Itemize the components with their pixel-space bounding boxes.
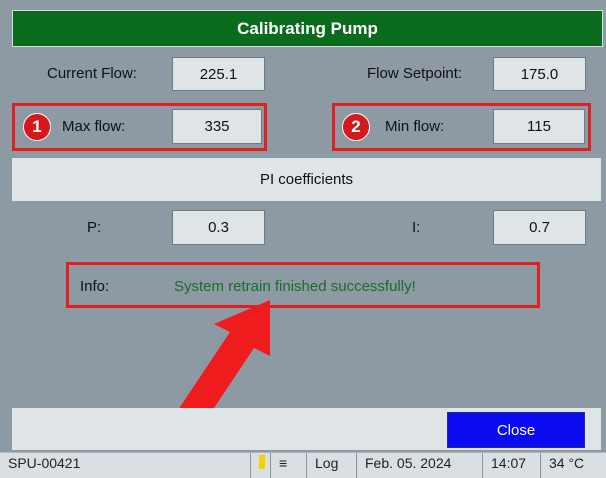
max-flow-field[interactable]: 335 (172, 109, 262, 144)
info-label: Info: (80, 278, 110, 295)
log-button[interactable]: Log (306, 453, 356, 478)
dialog-title: Calibrating Pump (12, 10, 603, 47)
pi-coefficients-header: PI coefficients (12, 158, 601, 201)
flow-setpoint-field[interactable]: 175.0 (493, 57, 586, 91)
step-2-badge: 2 (342, 113, 370, 141)
i-coefficient-field[interactable]: 0.7 (493, 210, 586, 245)
flow-setpoint-label: Flow Setpoint: (367, 65, 463, 82)
min-flow-field[interactable]: 115 (493, 109, 585, 144)
taskbar-temperature: 34 °C (540, 453, 606, 478)
current-flow-value: 225.1 (172, 57, 265, 91)
current-flow-label: Current Flow: (47, 65, 138, 82)
taskbar: SPU-00421 ≡ Log Feb. 05. 2024 14:07 34 °… (0, 452, 606, 478)
taskbar-time: 14:07 (482, 453, 540, 478)
p-label: P: (87, 219, 102, 236)
close-button[interactable]: Close (447, 412, 585, 448)
warning-indicator-icon (250, 453, 270, 478)
step-1-badge: 1 (23, 113, 51, 141)
taskbar-date: Feb. 05. 2024 (356, 453, 482, 478)
info-message: System retrain finished successfully! (174, 278, 416, 295)
taskbar-device-id: SPU-00421 (8, 455, 81, 471)
p-coefficient-field[interactable]: 0.3 (172, 210, 265, 245)
min-flow-label: Min flow: (385, 118, 445, 135)
menu-icon[interactable]: ≡ (270, 453, 306, 478)
i-label: I: (412, 219, 421, 236)
calibrating-pump-dialog: Calibrating Pump Current Flow: 225.1 Flo… (0, 0, 606, 452)
max-flow-label: Max flow: (62, 118, 126, 135)
